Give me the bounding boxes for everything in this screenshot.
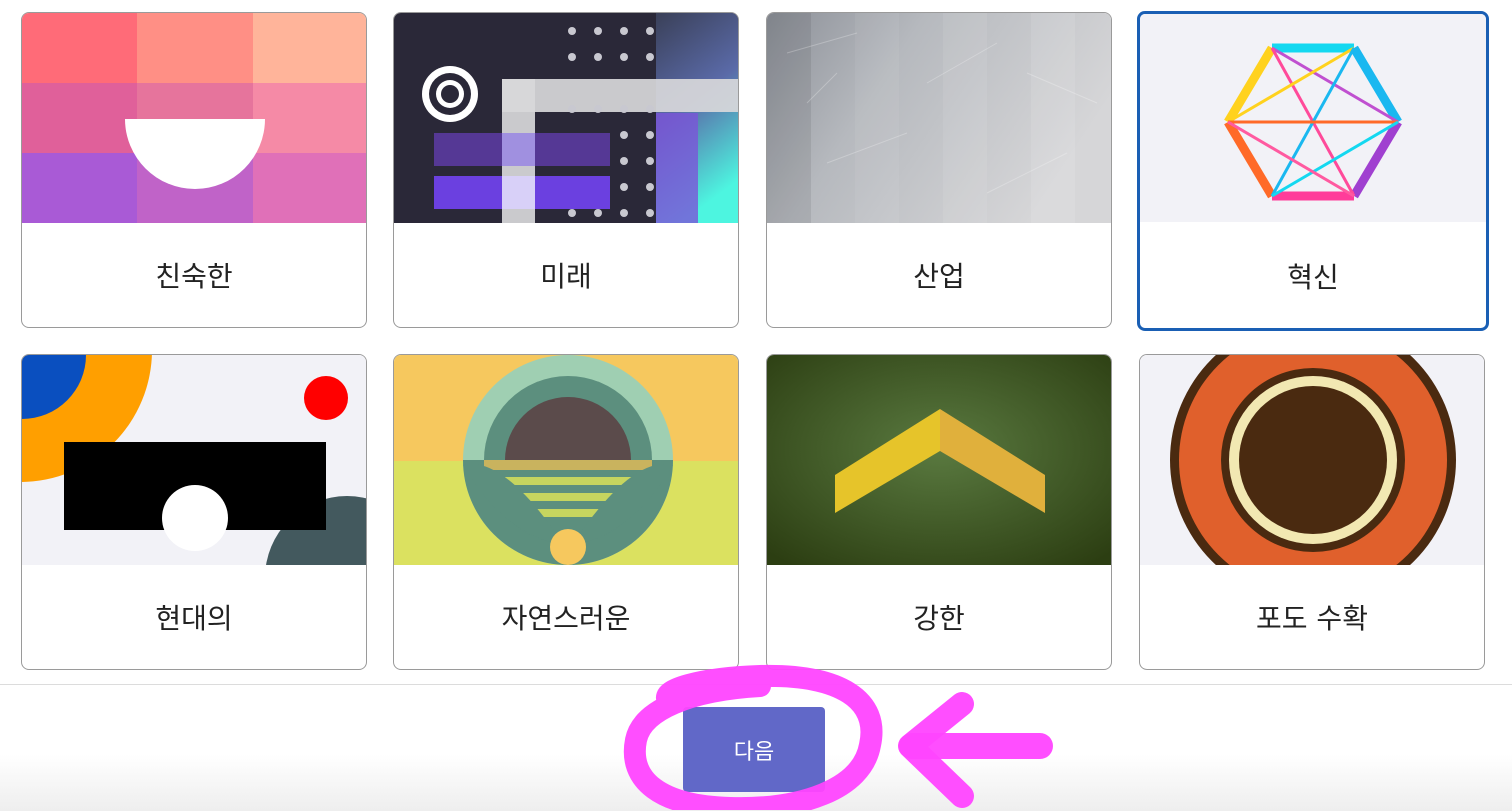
- theme-image-vintage: [1140, 355, 1484, 565]
- theme-grid: 친숙한 미래 산업 혁신 현대의 자연스러운 강한 포도 수확: [0, 0, 1512, 684]
- theme-card-innovative[interactable]: 혁신: [1137, 11, 1489, 331]
- theme-card-future[interactable]: 미래: [393, 12, 739, 328]
- theme-card-vintage[interactable]: 포도 수확: [1139, 354, 1485, 670]
- theme-label: 미래: [540, 259, 592, 293]
- theme-card-industrial[interactable]: 산업: [766, 12, 1112, 328]
- theme-image-natural: [394, 355, 738, 565]
- theme-label: 현대의: [155, 601, 233, 635]
- theme-card-natural[interactable]: 자연스러운: [393, 354, 739, 670]
- theme-card-bold[interactable]: 강한: [766, 354, 1112, 670]
- theme-card-friendly[interactable]: 친숙한: [21, 12, 367, 328]
- theme-label: 강한: [913, 601, 965, 635]
- next-button[interactable]: 다음: [683, 707, 825, 792]
- theme-label: 산업: [913, 259, 965, 293]
- theme-image-modern: [22, 355, 366, 565]
- theme-label: 포도 수확: [1256, 601, 1368, 635]
- theme-image-industrial: [767, 13, 1111, 223]
- theme-label: 혁신: [1287, 260, 1339, 294]
- theme-image-bold: [767, 355, 1111, 565]
- theme-card-modern[interactable]: 현대의: [21, 354, 367, 670]
- theme-label: 친숙한: [155, 259, 233, 293]
- theme-image-innovative: [1140, 14, 1486, 222]
- theme-image-friendly: [22, 13, 366, 223]
- theme-image-future: [394, 13, 738, 223]
- theme-label: 자연스러운: [501, 601, 631, 635]
